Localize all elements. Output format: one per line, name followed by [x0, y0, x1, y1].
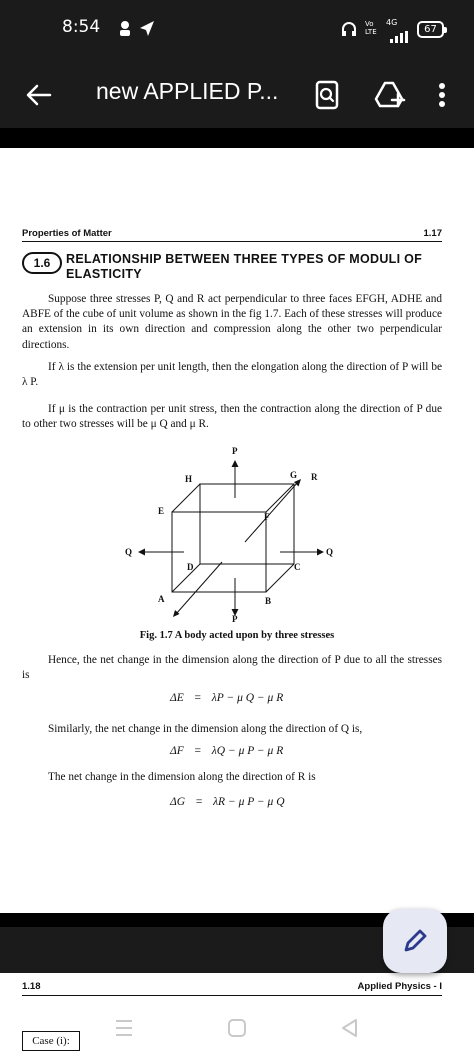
status-time: 8:54: [62, 17, 101, 37]
cube-figure: P H G R E F Q Q D C A B P: [125, 446, 333, 622]
back-nav-icon[interactable]: [338, 1017, 360, 1039]
document-title: new APPLIED P...: [96, 78, 279, 104]
label-a: A: [158, 594, 165, 604]
equation-1-lhs: ΔE: [170, 692, 184, 704]
label-g: G: [290, 470, 297, 480]
headphones-icon: [342, 22, 356, 36]
equation-2: ΔF = λQ − μ P − μ R: [170, 745, 283, 757]
hotspot-icon: [120, 21, 130, 36]
volte-indicator: Vo LTE: [365, 20, 377, 36]
status-bar: 8:54 Vo LTE 4G 67: [0, 0, 474, 62]
home-icon[interactable]: [226, 1017, 248, 1039]
battery-level: 67: [424, 24, 437, 35]
back-arrow-icon[interactable]: [24, 80, 54, 110]
navigation-arrow-icon: [140, 21, 154, 36]
page-gap: [0, 128, 474, 148]
paragraph-5-text: Similarly, the net change in the dimensi…: [48, 723, 363, 735]
equals-sign: =: [194, 692, 202, 704]
cube-back-face: [199, 483, 295, 565]
equation-1-rhs: λP − μ Q − μ R: [211, 692, 284, 704]
paragraph-3-text: If μ is the contraction per unit stress,…: [22, 403, 442, 431]
more-options-icon[interactable]: [432, 78, 452, 112]
label-f: F: [264, 512, 270, 522]
recent-apps-icon[interactable]: [112, 1017, 136, 1039]
next-header-rule: [22, 995, 442, 996]
label-h: H: [185, 474, 192, 484]
label-q-right: Q: [326, 547, 333, 557]
paragraph-1-text: Suppose three stresses P, Q and R act pe…: [22, 293, 442, 351]
app-bar: new APPLIED P...: [0, 62, 474, 128]
running-header-left: Properties of Matter: [22, 228, 112, 239]
add-to-drive-icon[interactable]: [373, 78, 407, 112]
battery-icon: 67: [417, 21, 447, 38]
label-e: E: [158, 506, 164, 516]
header-rule: [22, 241, 442, 242]
page-number: 1.17: [423, 228, 443, 239]
section-title: RELATIONSHIP BETWEEN THREE TYPES OF MODU…: [66, 252, 423, 281]
label-b: B: [265, 596, 271, 606]
system-nav-bar: [0, 1005, 474, 1053]
paragraph-2-text: If λ is the extension per unit length, t…: [22, 361, 442, 389]
label-p-bottom: P: [232, 614, 238, 622]
search-document-icon[interactable]: [310, 78, 344, 112]
figure-caption: Fig. 1.7 A body acted upon by three stre…: [139, 630, 335, 641]
paragraph-5: Similarly, the net change in the dimensi…: [22, 722, 442, 737]
pdf-page: Properties of Matter 1.17 1.6 RELATIONSH…: [0, 148, 474, 913]
cube-front-face: [171, 511, 267, 593]
paragraph-4-text: Hence, the net change in the dimension a…: [22, 654, 442, 682]
signal-icon: [390, 31, 408, 43]
paragraph-2: If λ is the extension per unit length, t…: [22, 360, 442, 390]
equals-sign: =: [195, 796, 203, 808]
equation-2-lhs: ΔF: [170, 745, 184, 757]
label-q-left: Q: [125, 547, 132, 557]
network-type: 4G: [386, 18, 398, 27]
paragraph-4: Hence, the net change in the dimension a…: [22, 653, 442, 683]
paragraph-6-text: The net change in the dimension along th…: [48, 771, 316, 783]
paragraph-3: If μ is the contraction per unit stress,…: [22, 402, 442, 432]
pencil-icon: [404, 929, 427, 952]
equation-3-rhs: λR − μ P − μ Q: [213, 796, 285, 808]
label-c: C: [294, 562, 301, 572]
paragraph-1: Suppose three stresses P, Q and R act pe…: [22, 292, 442, 353]
label-r: R: [311, 472, 318, 482]
equation-2-rhs: λQ − μ P − μ R: [211, 745, 284, 757]
next-page-number: 1.18: [22, 981, 41, 992]
section-number: 1.6: [22, 252, 62, 274]
equals-sign: =: [194, 745, 202, 757]
edit-fab-button[interactable]: [383, 909, 447, 973]
label-p-top: P: [232, 446, 238, 456]
next-page-header: Applied Physics - I: [357, 981, 442, 992]
paragraph-6: The net change in the dimension along th…: [22, 770, 442, 785]
equation-3: ΔG = λR − μ P − μ Q: [170, 796, 285, 808]
label-d: D: [187, 562, 194, 572]
equation-1: ΔE = λP − μ Q − μ R: [170, 692, 283, 704]
equation-3-lhs: ΔG: [170, 796, 186, 808]
